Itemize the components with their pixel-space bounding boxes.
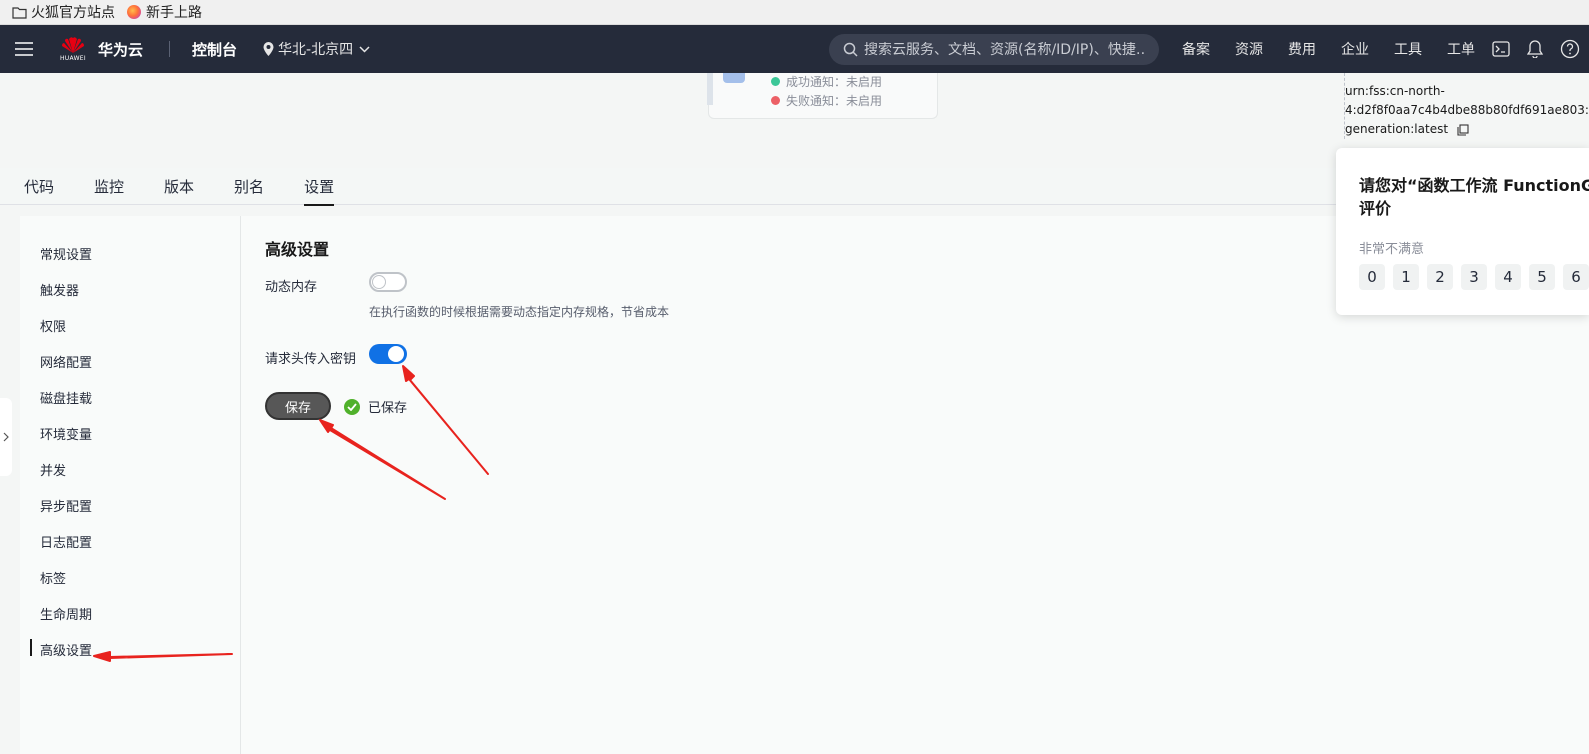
side-item-concurrency[interactable]: 并发 — [40, 460, 66, 479]
feedback-score-options: 0 1 2 3 4 5 6 — [1359, 264, 1589, 290]
chevron-down-icon — [359, 45, 370, 53]
score-option[interactable]: 2 — [1427, 264, 1453, 290]
bookmark-label: 新手上路 — [146, 5, 202, 21]
tab-code[interactable]: 代码 — [24, 168, 54, 205]
bell-icon[interactable] — [1527, 40, 1543, 58]
nav-link-enterprise[interactable]: 企业 — [1341, 39, 1369, 59]
huawei-flower-icon — [62, 37, 84, 53]
location-pin-icon — [263, 42, 274, 56]
saved-status: 已保存 — [344, 397, 407, 416]
toggle-knob — [372, 275, 386, 289]
dynamic-memory-toggle[interactable] — [369, 272, 407, 292]
dynamic-memory-label: 动态内存 — [265, 280, 318, 295]
bookmark-official-site[interactable]: 火狐官方站点 — [12, 2, 115, 22]
nav-divider — [169, 41, 171, 57]
region-selector[interactable]: 华北-北京四 — [263, 39, 370, 59]
failure-notification-text: 失败通知：未启用 — [786, 94, 883, 108]
dynamic-memory-hint: 在执行函数的时候根据需要动态指定内存规格，节省成本 — [369, 305, 670, 319]
search-input[interactable] — [864, 41, 1146, 58]
huawei-logo[interactable]: HUAWEI — [58, 36, 88, 62]
urn-line-1: urn:fss:cn-north- — [1345, 84, 1445, 98]
side-item-triggers[interactable]: 触发器 — [40, 280, 79, 299]
function-urn: urn:fss:cn-north- 4:d2f8f0aa7c4b4dbe88b8… — [1345, 82, 1589, 139]
hamburger-menu-icon[interactable] — [0, 25, 48, 73]
global-search[interactable] — [829, 34, 1159, 65]
toggle-knob — [388, 346, 404, 362]
failure-dot — [771, 96, 780, 105]
header-secret-toggle[interactable] — [369, 344, 407, 364]
success-notification-text: 成功通知：未启用 — [786, 75, 883, 89]
side-item-async[interactable]: 异步配置 — [40, 496, 92, 515]
card-side-bar — [707, 73, 713, 105]
score-option[interactable]: 0 — [1359, 264, 1385, 290]
failure-notification: 失败通知：未启用 — [771, 92, 882, 109]
urn-line-3: generation:latest — [1345, 122, 1449, 136]
settings-side-menu: 常规设置 触发器 权限 网络配置 磁盘挂载 环境变量 并发 异步配置 日志配置 … — [20, 216, 241, 754]
nav-link-billing[interactable]: 费用 — [1288, 39, 1316, 59]
side-item-logging[interactable]: 日志配置 — [40, 532, 92, 551]
side-item-permissions[interactable]: 权限 — [40, 316, 66, 335]
tab-settings[interactable]: 设置 — [304, 168, 335, 206]
check-circle-icon — [344, 398, 360, 415]
copy-icon[interactable] — [1457, 123, 1469, 136]
header-secret-label: 请求头传入密钥 — [265, 352, 357, 367]
saved-status-text: 已保存 — [368, 401, 408, 416]
feedback-title-line-1: 请您对“函数工作流 FunctionGra — [1359, 176, 1589, 195]
score-option[interactable]: 5 — [1529, 264, 1555, 290]
flow-node-card: 成功通知：未启用 失败通知：未启用 — [707, 73, 938, 119]
feedback-title-line-2: 评价 — [1359, 199, 1392, 218]
tab-monitoring[interactable]: 监控 — [94, 168, 124, 205]
terminal-icon[interactable] — [1492, 41, 1510, 57]
nav-link-tickets[interactable]: 工单 — [1447, 39, 1475, 59]
console-link[interactable]: 控制台 — [192, 39, 237, 60]
folder-icon — [12, 6, 27, 19]
score-option[interactable]: 3 — [1461, 264, 1487, 290]
function-cube-icon — [723, 73, 745, 83]
nav-link-resources[interactable]: 资源 — [1235, 39, 1263, 59]
expand-panel-handle[interactable] — [0, 398, 12, 476]
save-button[interactable]: 保存 — [265, 392, 331, 420]
firefox-icon — [127, 5, 141, 19]
search-icon — [843, 42, 858, 57]
nav-link-tools[interactable]: 工具 — [1394, 39, 1422, 59]
tab-aliases[interactable]: 别名 — [234, 168, 264, 205]
tab-versions[interactable]: 版本 — [164, 168, 194, 205]
side-item-tags[interactable]: 标签 — [40, 568, 66, 587]
side-item-env-vars[interactable]: 环境变量 — [40, 424, 92, 443]
feedback-title: 请您对“函数工作流 FunctionGra 评价 — [1359, 174, 1589, 220]
score-option[interactable]: 4 — [1495, 264, 1521, 290]
logo-text: HUAWEI — [60, 55, 86, 62]
nav-icons — [1492, 25, 1589, 73]
side-item-lifecycle[interactable]: 生命周期 — [40, 604, 92, 623]
nav-links: 备案 资源 费用 企业 工具 工单 — [1182, 25, 1500, 73]
success-notification: 成功通知：未启用 — [771, 73, 882, 90]
brand-name[interactable]: 华为云 — [98, 39, 143, 60]
chevron-right-icon — [3, 432, 9, 442]
feedback-low-label: 非常不满意 — [1359, 242, 1425, 257]
score-option[interactable]: 1 — [1393, 264, 1419, 290]
bookmarks-bar: 火狐官方站点 新手上路 — [0, 0, 1589, 25]
nav-link-filing[interactable]: 备案 — [1182, 39, 1210, 59]
region-label: 华北-北京四 — [278, 42, 354, 58]
section-title: 高级设置 — [265, 240, 330, 259]
feedback-popup: 请您对“函数工作流 FunctionGra 评价 非常不满意 0 1 2 3 4… — [1336, 148, 1589, 315]
side-item-advanced[interactable]: 高级设置 — [29, 639, 92, 659]
side-item-disk-mount[interactable]: 磁盘挂载 — [40, 388, 92, 407]
help-icon[interactable] — [1560, 39, 1580, 59]
success-dot — [771, 77, 780, 86]
top-navigation-bar: HUAWEI 华为云 控制台 华北-北京四 备案 资源 费用 企业 工具 工单 — [0, 25, 1589, 73]
score-option[interactable]: 6 — [1563, 264, 1589, 290]
urn-line-2: 4:d2f8f0aa7c4b4dbe88b80fdf691ae803:fu — [1345, 103, 1589, 117]
side-item-network[interactable]: 网络配置 — [40, 352, 92, 371]
side-item-general[interactable]: 常规设置 — [40, 244, 92, 263]
bookmark-getting-started[interactable]: 新手上路 — [127, 2, 202, 22]
bookmark-label: 火狐官方站点 — [31, 5, 115, 21]
